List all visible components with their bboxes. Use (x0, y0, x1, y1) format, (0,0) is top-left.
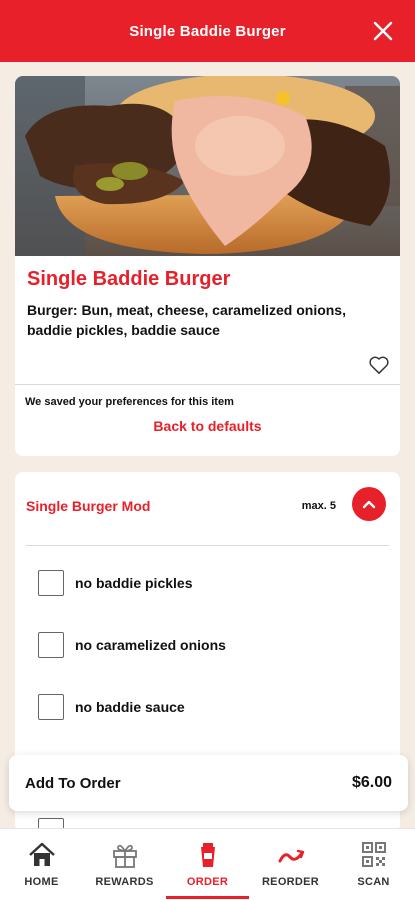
option-label: no baddie pickles (75, 575, 193, 591)
add-to-order-label: Add To Order (25, 774, 121, 792)
option-no-caramelized-onions[interactable]: no caramelized onions (38, 631, 226, 659)
checkbox[interactable] (38, 632, 64, 658)
checkbox[interactable] (38, 570, 64, 596)
qr-code-icon (361, 842, 386, 867)
nav-scan[interactable]: SCAN (332, 829, 415, 900)
nav-label: SCAN (357, 876, 390, 888)
add-to-order-button[interactable]: Add To Order $6.00 (9, 755, 408, 811)
divider (26, 545, 389, 546)
order-price: $6.00 (351, 774, 392, 791)
saved-preferences-note: We saved your preferences for this item (25, 396, 234, 408)
favorite-heart-icon[interactable] (368, 355, 390, 375)
option-no-baddie-pickles[interactable]: no baddie pickles (38, 569, 192, 597)
top-bar: Single Baddie Burger (0, 0, 415, 62)
option-label: no caramelized onions (75, 637, 226, 653)
nav-label: REORDER (261, 876, 320, 888)
home-icon (28, 842, 55, 866)
nav-label: REWARDS (95, 876, 154, 888)
gift-icon (112, 844, 137, 868)
option-no-baddie-sauce[interactable]: no baddie sauce (38, 693, 185, 721)
modifier-group-title: Single Burger Mod (26, 498, 151, 514)
back-to-defaults-link[interactable]: Back to defaults (15, 418, 400, 434)
nav-order[interactable]: ORDER (166, 829, 249, 900)
item-title: Single Baddie Burger (27, 268, 231, 290)
modifier-max-label: max. 5 (301, 500, 336, 512)
checkbox[interactable] (38, 694, 64, 720)
nav-reorder[interactable]: REORDER (249, 829, 332, 900)
nav-label: HOME (24, 876, 59, 888)
nav-home[interactable]: HOME (0, 829, 83, 900)
nav-label: ORDER (186, 876, 229, 888)
page-title: Single Baddie Burger (129, 22, 286, 40)
nav-rewards[interactable]: REWARDS (83, 829, 166, 900)
collapse-toggle-button[interactable] (352, 487, 386, 521)
reorder-icon (278, 849, 304, 863)
item-description: Burger: Bun, meat, cheese, caramelized o… (27, 302, 346, 338)
option-label: no baddie sauce (75, 699, 185, 715)
close-icon[interactable] (371, 19, 395, 43)
item-card: Single Baddie Burger Burger: Bun, meat, … (15, 76, 400, 456)
bottom-nav: HOME REWARDS ORDER REORDER SCAN (0, 828, 415, 900)
order-icon (200, 843, 215, 867)
burger-photo (15, 76, 400, 256)
divider (15, 384, 400, 385)
chevron-up-icon (362, 500, 376, 509)
